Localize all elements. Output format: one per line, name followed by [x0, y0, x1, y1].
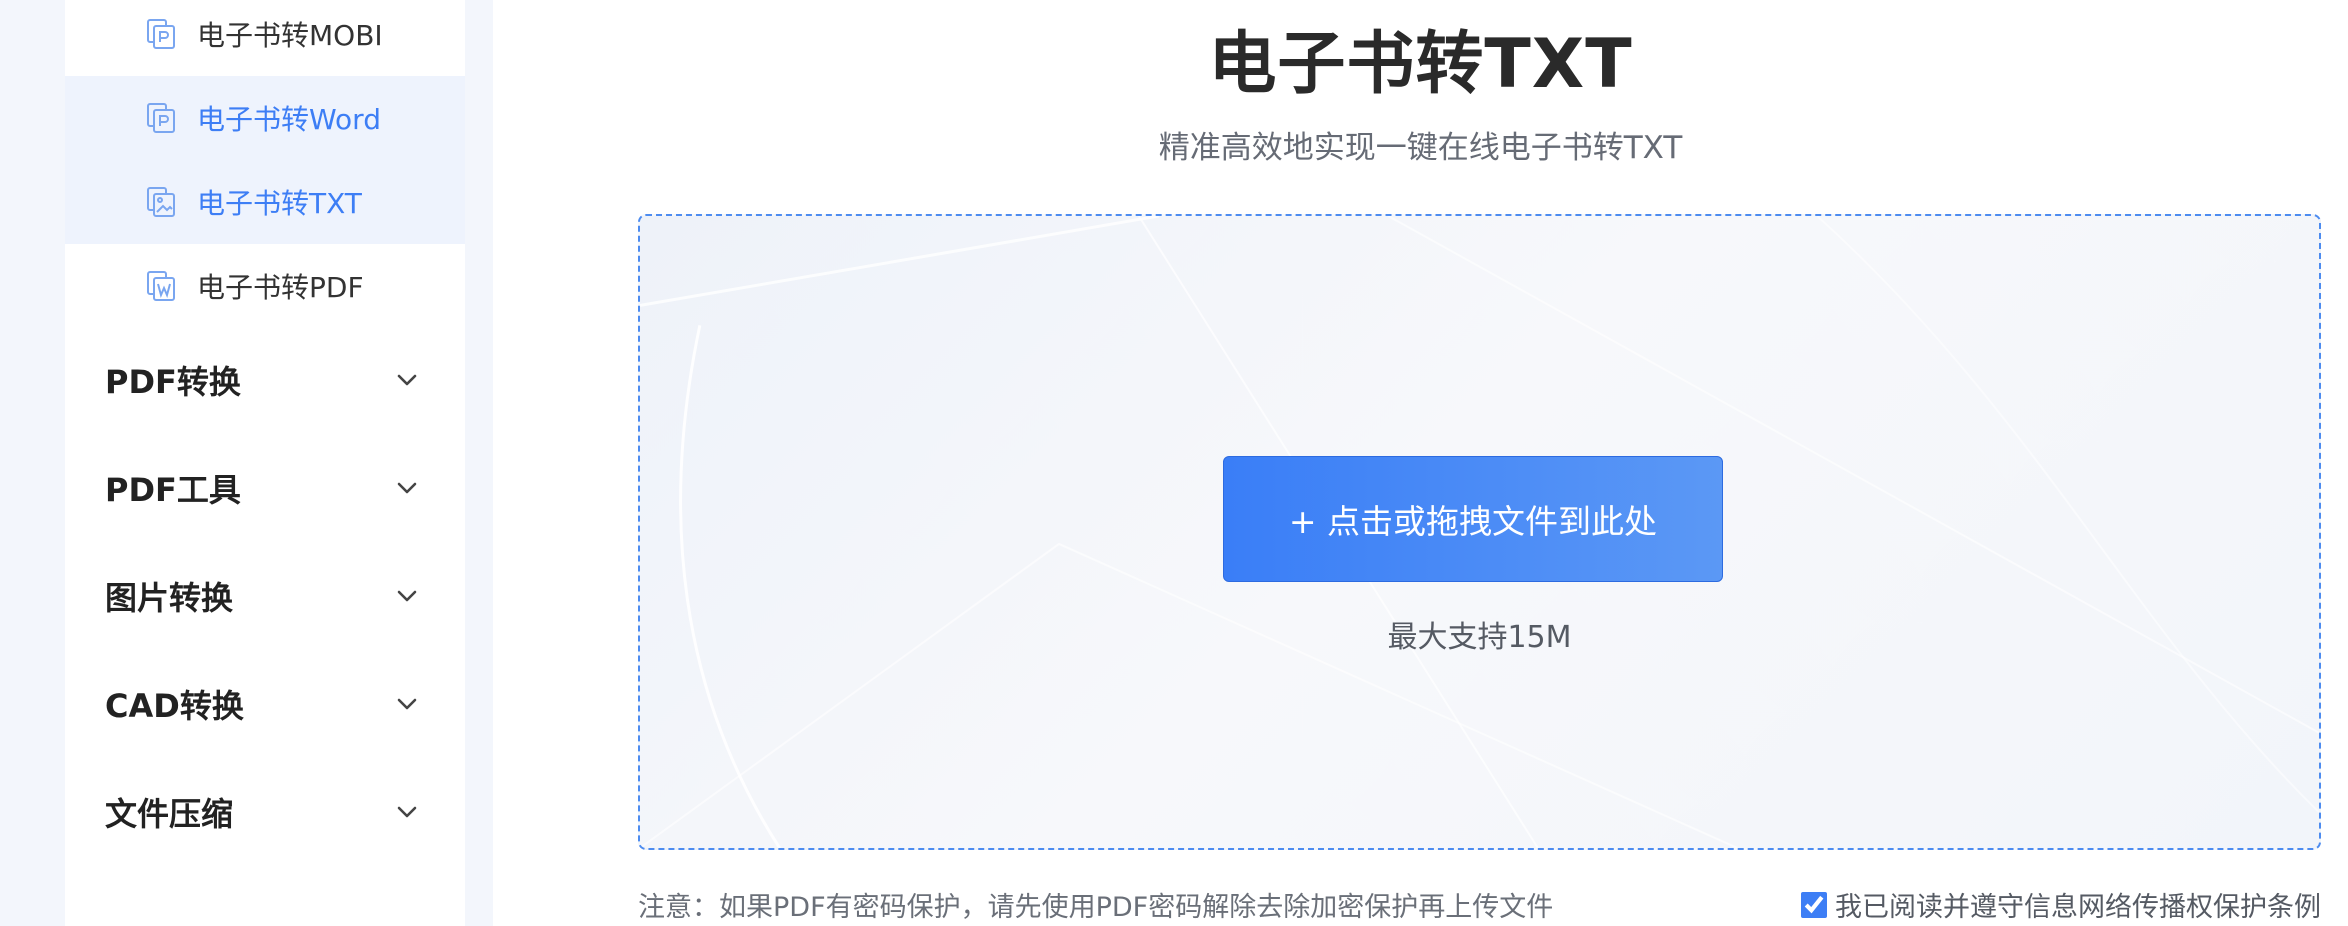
sidebar-category-file-compress[interactable]: 文件压缩 — [65, 770, 465, 854]
main-panel: 电子书转TXT 精准高效地实现一键在线电子书转TXT + 点击或拖拽文件到此处 … — [493, 0, 2348, 926]
upload-file-button[interactable]: + 点击或拖拽文件到此处 — [1223, 456, 1723, 582]
sidebar-category-label: 文件压缩 — [105, 795, 234, 833]
password-notice: 注意：如果PDF有密码保护，请先使用PDF密码解除去除加密保护再上传文件 — [638, 892, 1554, 923]
sidebar-category-image-convert[interactable]: 图片转换 — [65, 554, 465, 638]
page-title: 电子书转TXT — [1208, 25, 1633, 104]
sidebar-category-pdf-tools[interactable]: PDF工具 — [65, 446, 465, 530]
sidebar-item-label: 电子书转Word — [197, 103, 381, 136]
chevron-down-icon — [397, 698, 417, 710]
size-limit-text: 最大支持15M — [1387, 620, 1572, 655]
chevron-down-icon — [397, 806, 417, 818]
agreement-label: 我已阅读并遵守信息网络传播权保护条例 — [1835, 892, 2321, 923]
sidebar: 电子书转MOBI 电子书转Word 电子书转TXT 电子书转PDF PDF转换 — [65, 0, 465, 926]
sidebar-item-label: 电子书转TXT — [197, 187, 362, 220]
sidebar-item-label: 电子书转PDF — [197, 271, 364, 304]
page-subtitle: 精准高效地实现一键在线电子书转TXT — [1158, 130, 1683, 166]
sidebar-category-pdf-convert[interactable]: PDF转换 — [65, 338, 465, 422]
agreement-checkbox[interactable] — [1801, 891, 1827, 918]
ebook-word-icon — [147, 103, 175, 133]
sidebar-item-ebook-to-txt[interactable]: 电子书转TXT — [65, 160, 465, 244]
chevron-down-icon — [397, 374, 417, 386]
sidebar-item-label: 电子书转MOBI — [197, 19, 383, 52]
ebook-mobi-icon — [147, 19, 175, 49]
ebook-pdf-icon — [147, 271, 175, 301]
chevron-down-icon — [397, 482, 417, 494]
file-dropzone[interactable]: + 点击或拖拽文件到此处 最大支持15M — [638, 214, 2321, 850]
sidebar-category-label: PDF转换 — [105, 363, 241, 401]
sidebar-item-ebook-to-word[interactable]: 电子书转Word — [65, 76, 465, 160]
ebook-txt-icon — [147, 187, 175, 217]
sidebar-category-cad-convert[interactable]: CAD转换 — [65, 662, 465, 746]
sidebar-category-label: PDF工具 — [105, 471, 241, 509]
chevron-down-icon — [397, 590, 417, 602]
sidebar-category-label: CAD转换 — [105, 687, 244, 725]
sidebar-item-ebook-to-pdf[interactable]: 电子书转PDF — [65, 244, 465, 328]
agreement-checkbox-row[interactable]: 我已阅读并遵守信息网络传播权保护条例 — [1801, 885, 2321, 924]
sidebar-item-ebook-to-mobi[interactable]: 电子书转MOBI — [65, 0, 465, 76]
sidebar-category-label: 图片转换 — [105, 579, 234, 617]
